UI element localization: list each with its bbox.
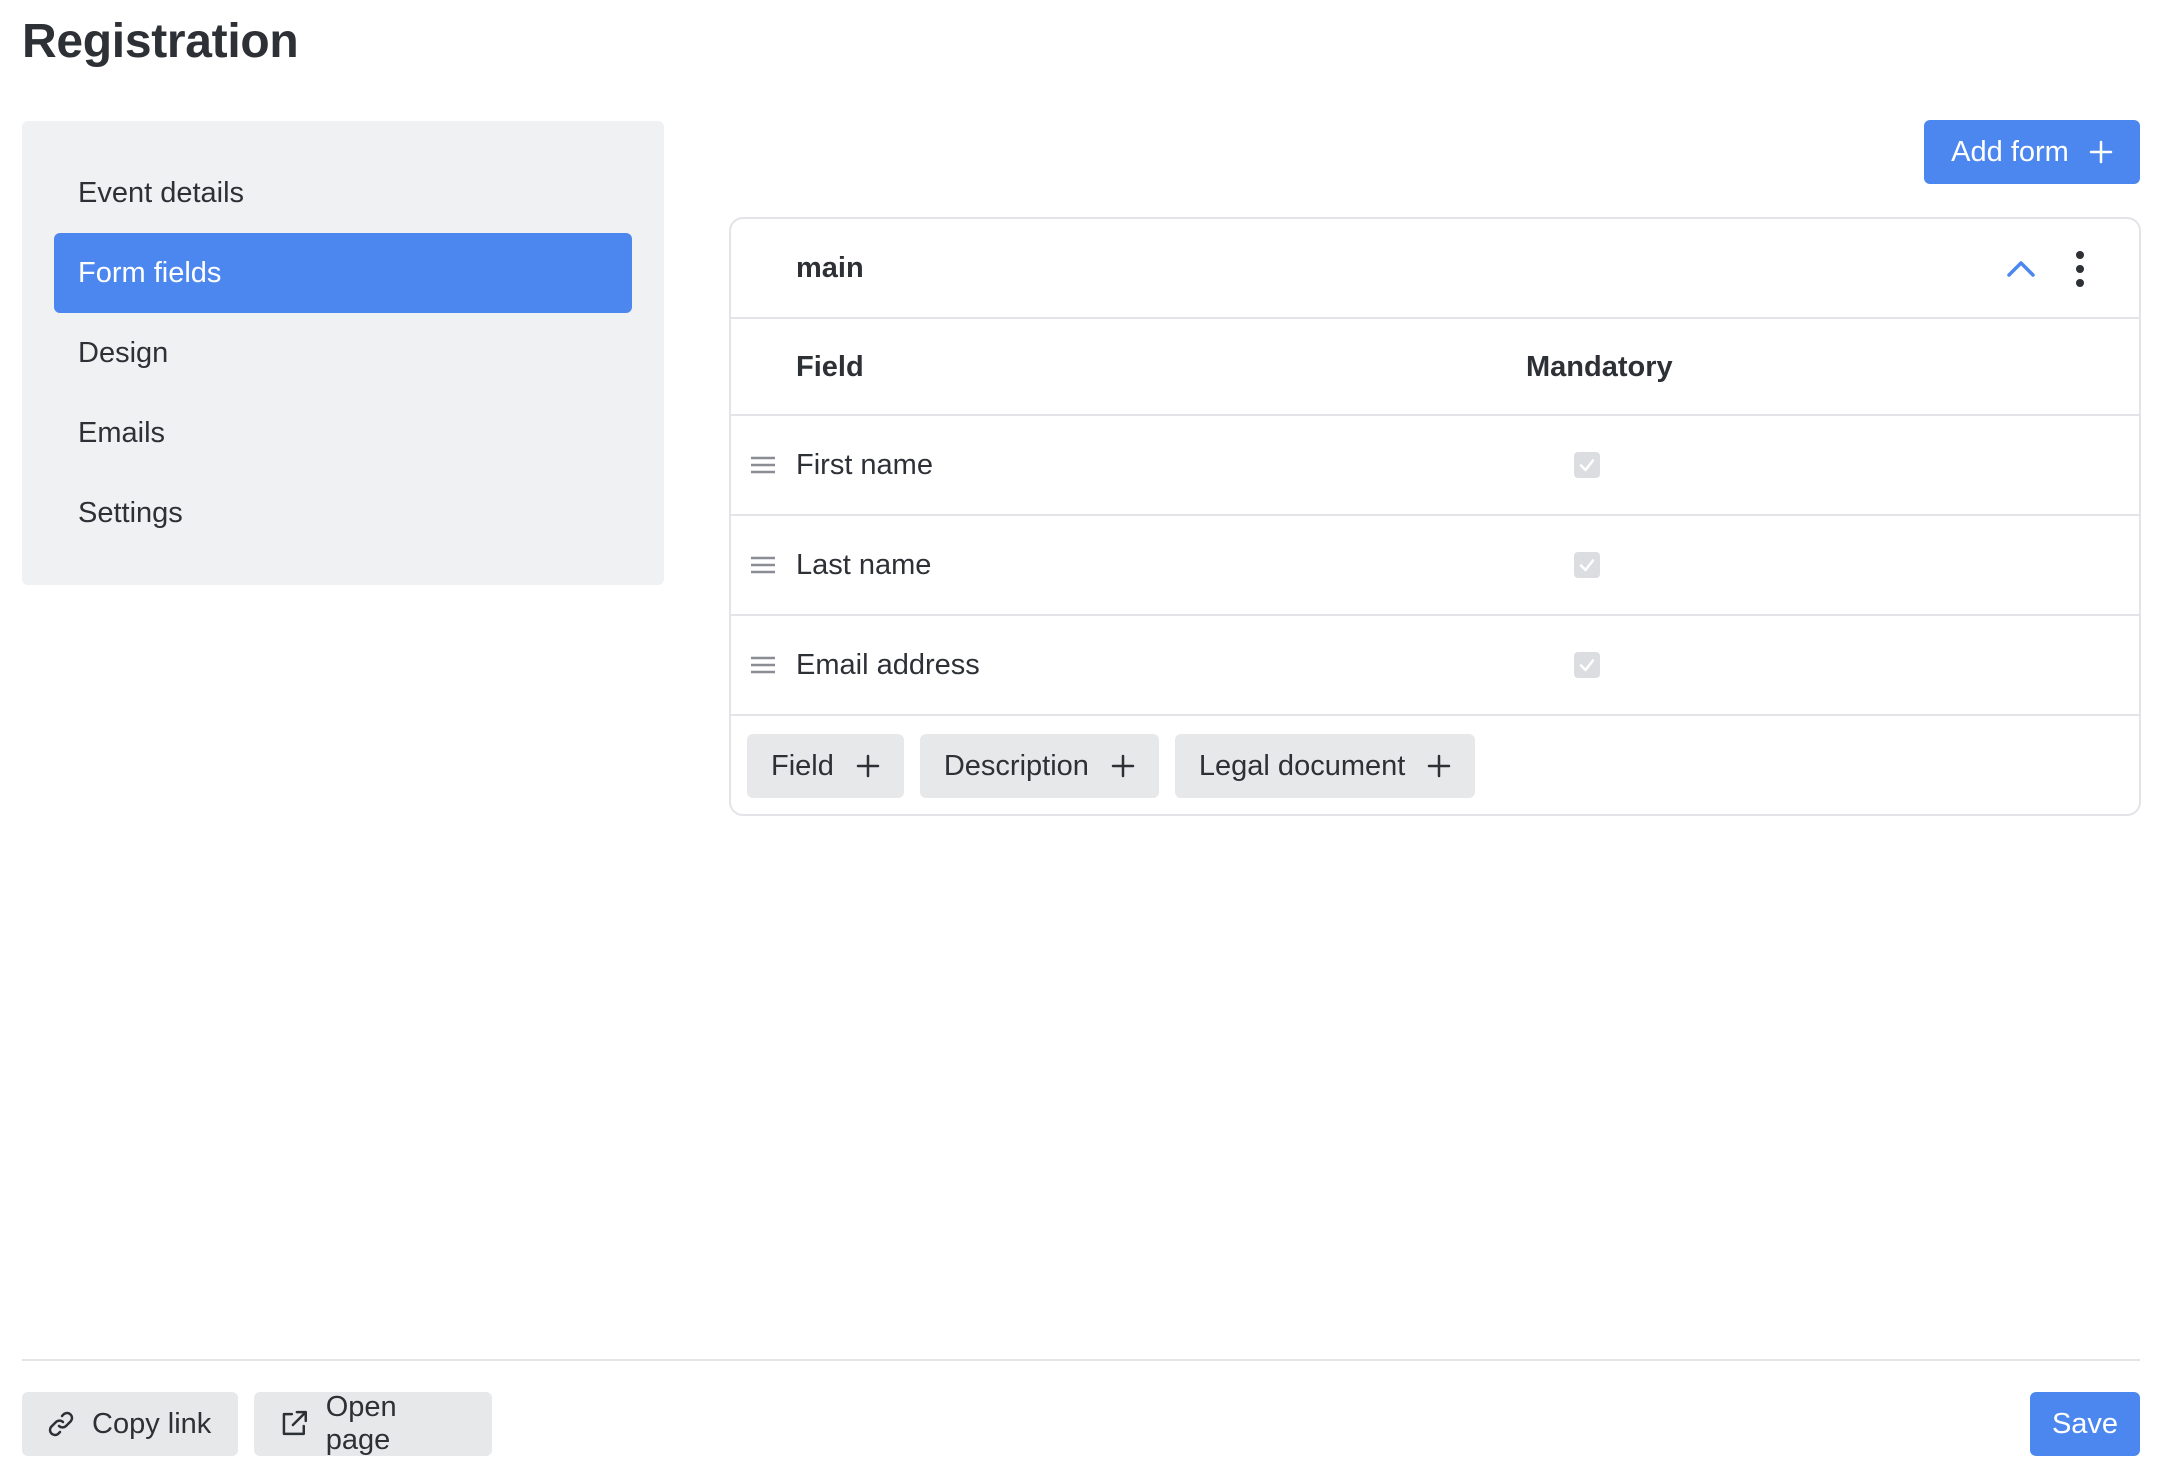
save-label: Save	[2051, 1407, 2119, 1440]
table-row: First name	[731, 416, 2139, 516]
add-form-button[interactable]: Add form	[1924, 120, 2140, 184]
link-icon	[48, 1411, 74, 1437]
add-element-toolbar: Field Description Legal document	[747, 734, 1476, 798]
add-description-label: Description	[943, 749, 1089, 782]
page-title: Registration	[22, 15, 299, 68]
kebab-menu-icon[interactable]	[2065, 249, 2095, 289]
external-link-icon	[282, 1410, 307, 1436]
check-icon	[1579, 459, 1595, 472]
registration-page: Registration Event details Form fields D…	[0, 0, 2158, 1470]
sidebar-item-label: Emails	[78, 416, 166, 449]
copy-link-label: Copy link	[92, 1407, 212, 1440]
add-field-button[interactable]: Field	[747, 734, 904, 798]
add-legal-document-button[interactable]: Legal document	[1174, 734, 1476, 798]
field-label: Last name	[796, 549, 932, 581]
plus-icon	[2089, 140, 2113, 164]
mandatory-checkbox	[1574, 652, 1600, 678]
plus-icon	[1428, 754, 1451, 778]
form-card: main Field Mandatory First name Last nam…	[729, 217, 2141, 816]
check-icon	[1579, 659, 1595, 672]
table-row: Last name	[731, 516, 2139, 616]
chevron-up-icon[interactable]	[2003, 251, 2039, 287]
drag-handle-icon[interactable]	[750, 454, 776, 476]
form-name: main	[796, 251, 864, 284]
mandatory-checkbox	[1574, 452, 1600, 478]
field-label: Email address	[796, 649, 980, 681]
field-label: First name	[796, 449, 933, 481]
drag-handle-icon[interactable]	[750, 654, 776, 676]
sidebar-item-settings[interactable]: Settings	[54, 473, 632, 553]
check-icon	[1579, 559, 1595, 572]
add-form-label: Add form	[1951, 135, 2069, 168]
column-header-field: Field	[796, 351, 864, 383]
sidebar-item-form-fields[interactable]: Form fields	[54, 233, 632, 313]
table-header: Field Mandatory	[731, 319, 2139, 416]
form-header: main	[731, 219, 2139, 319]
sidebar-item-label: Design	[78, 336, 169, 369]
add-legal-document-label: Legal document	[1198, 749, 1406, 782]
drag-handle-icon[interactable]	[750, 554, 776, 576]
mandatory-checkbox	[1574, 552, 1600, 578]
copy-link-button[interactable]: Copy link	[22, 1392, 238, 1456]
sidebar-nav: Event details Form fields Design Emails …	[22, 121, 664, 585]
footer-divider	[22, 1359, 2140, 1361]
sidebar-item-label: Form fields	[78, 256, 222, 289]
table-row: Email address	[731, 616, 2139, 716]
open-page-button[interactable]: Open page	[254, 1391, 492, 1456]
sidebar-item-emails[interactable]: Emails	[54, 393, 632, 473]
sidebar-item-design[interactable]: Design	[54, 313, 632, 393]
column-header-mandatory: Mandatory	[1526, 351, 1673, 383]
plus-icon	[1111, 754, 1135, 778]
sidebar-item-label: Settings	[78, 496, 183, 529]
add-description-button[interactable]: Description	[919, 734, 1159, 798]
plus-icon	[856, 754, 880, 778]
open-page-label: Open page	[325, 1391, 397, 1456]
add-field-label: Field	[771, 749, 834, 782]
sidebar-item-label: Event details	[78, 176, 245, 209]
save-button[interactable]: Save	[2030, 1392, 2140, 1456]
sidebar-item-event-details[interactable]: Event details	[54, 153, 632, 233]
